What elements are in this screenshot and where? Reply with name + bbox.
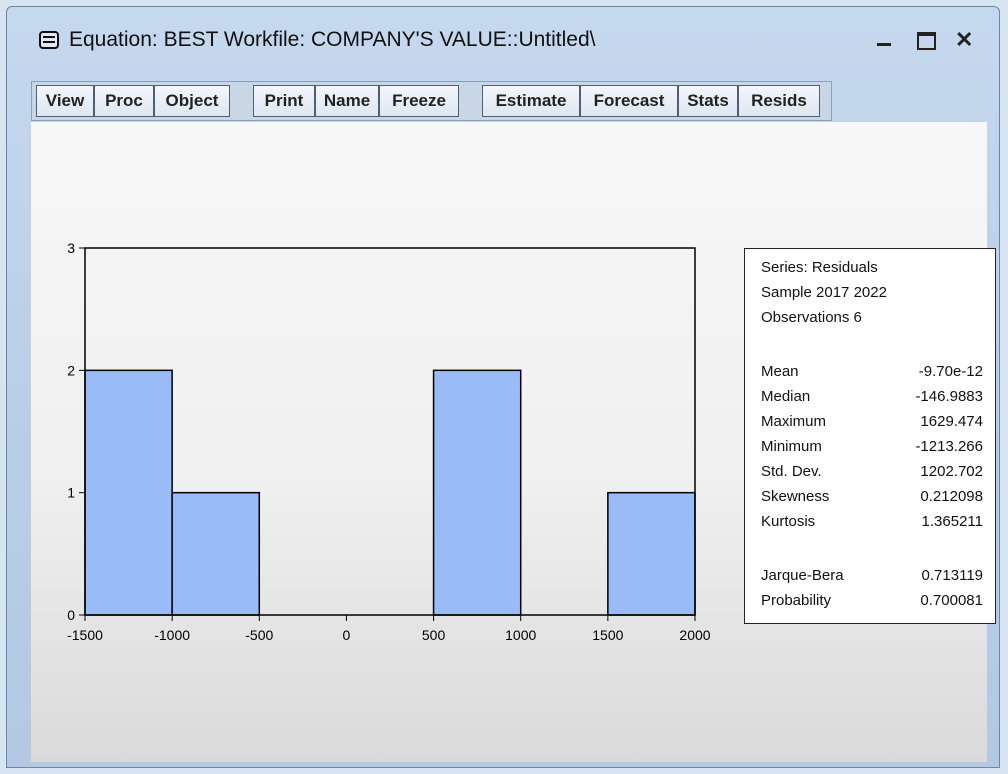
test-label: Jarque-Bera <box>761 567 844 584</box>
test-value: 0.700081 <box>920 592 983 609</box>
stat-label: Minimum <box>761 438 822 455</box>
stat-label: Median <box>761 388 811 405</box>
stat-value: 1629.474 <box>920 413 983 430</box>
histogram-bar <box>84 369 173 616</box>
window-title: Equation: BEST Workfile: COMPANY'S VALUE… <box>69 28 596 51</box>
stats-sample-label: Sample 2017 2022 <box>761 284 887 301</box>
stat-label: Mean <box>761 363 799 380</box>
system-menu-icon[interactable] <box>39 31 59 49</box>
stat-value: -1213.266 <box>915 438 983 455</box>
resids-button[interactable]: Resids <box>738 85 820 117</box>
y-tick-label: 0 <box>67 607 75 623</box>
x-tick-label: 0 <box>343 627 351 643</box>
stat-label: Skewness <box>761 488 830 505</box>
y-tick-label: 1 <box>67 485 75 501</box>
freeze-button[interactable]: Freeze <box>379 85 459 117</box>
minimize-icon[interactable] <box>877 27 891 46</box>
stats-observations-label: Observations 6 <box>761 309 862 326</box>
histogram-chart: 0 1 2 3 -1500 -1000 -500 0 500 1000 1500 2000 <box>67 240 711 643</box>
x-tick-label: 1000 <box>505 627 536 643</box>
x-tick-label: -1000 <box>154 627 190 643</box>
title-bar[interactable]: Equation: BEST Workfile: COMPANY'S VALUE… <box>7 7 999 77</box>
toolbar: View Proc Object Print Name Freeze Estim… <box>31 81 832 121</box>
x-tick-label: -1500 <box>67 627 103 643</box>
close-icon[interactable]: ✕ <box>955 27 973 53</box>
object-button[interactable]: Object <box>154 85 230 117</box>
stat-value: -146.9883 <box>915 388 983 405</box>
stat-label: Maximum <box>761 413 827 430</box>
stat-label: Kurtosis <box>761 513 816 530</box>
name-button[interactable]: Name <box>315 85 379 117</box>
estimate-button[interactable]: Estimate <box>482 85 580 117</box>
x-tick-label: 2000 <box>679 627 710 643</box>
stat-value: 1202.702 <box>920 463 983 480</box>
equation-window: Equation: BEST Workfile: COMPANY'S VALUE… <box>6 6 1000 768</box>
stat-label: Std. Dev. <box>761 463 822 480</box>
histogram-bar <box>432 369 522 616</box>
view-button[interactable]: View <box>36 85 94 117</box>
stat-value: 0.212098 <box>920 488 983 505</box>
test-value: 0.713119 <box>921 567 983 584</box>
y-tick-label: 3 <box>67 240 75 256</box>
graph-view: 0 1 2 3 -1500 -1000 -500 0 500 1000 1500 2000 Serie… <box>31 122 996 762</box>
stats-button[interactable]: Stats <box>678 85 738 117</box>
test-label: Probability <box>761 592 832 609</box>
descriptive-stats-panel: Series: Residuals Sample 2017 2022 Obser… <box>744 248 996 624</box>
x-tick-label: 1500 <box>592 627 623 643</box>
x-tick-label: -500 <box>245 627 273 643</box>
proc-button[interactable]: Proc <box>94 85 154 117</box>
y-tick-label: 2 <box>67 362 75 378</box>
histogram-bar <box>171 491 261 616</box>
stats-series-label: Series: Residuals <box>761 259 878 276</box>
maximize-icon[interactable] <box>917 27 936 50</box>
stat-value: 1.365211 <box>921 513 983 530</box>
stat-value: -9.70e-12 <box>918 363 983 380</box>
x-tick-label: 500 <box>422 627 446 643</box>
histogram-bar <box>607 491 696 616</box>
forecast-button[interactable]: Forecast <box>580 85 678 117</box>
print-button[interactable]: Print <box>253 85 315 117</box>
